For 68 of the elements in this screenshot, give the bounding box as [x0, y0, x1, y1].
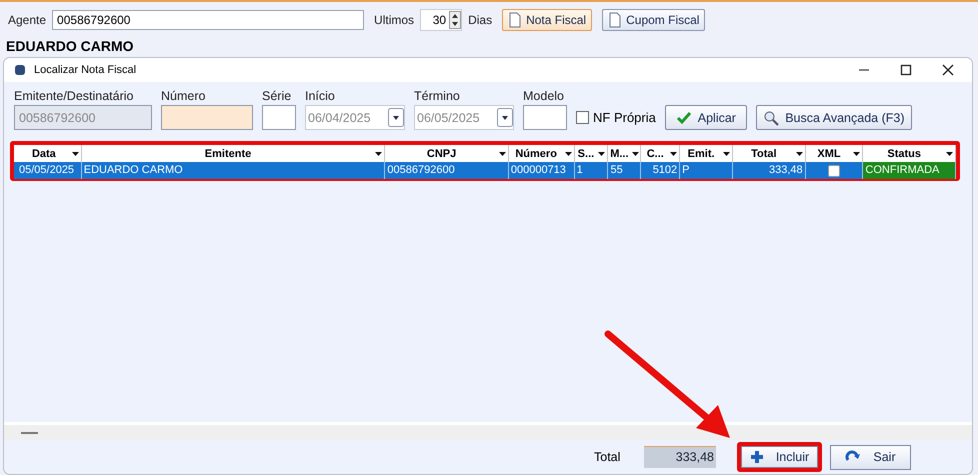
sort-caret-icon[interactable] — [946, 152, 954, 156]
start-label: Início — [305, 89, 336, 103]
days-label: Dias — [468, 13, 492, 27]
table-cell: EDUARDO CARMO — [82, 162, 386, 179]
total-label: Total — [594, 450, 622, 464]
table-cell: P — [680, 162, 733, 179]
splitter-handle[interactable] — [21, 432, 38, 434]
table-cell: 5102 — [641, 162, 680, 179]
days-spinner[interactable]: 30 — [420, 9, 462, 31]
start-date-field[interactable]: 06/04/2025 — [305, 105, 405, 130]
document-type-button[interactable]: Cupom Fiscal — [602, 9, 706, 31]
column-header[interactable]: XML — [806, 145, 864, 162]
model-field[interactable] — [523, 105, 567, 130]
sort-caret-icon[interactable] — [722, 152, 730, 156]
sort-caret-icon[interactable] — [853, 152, 860, 156]
last-label: Ultimos — [374, 13, 414, 27]
customer-name: EDUARDO CARMO — [5, 37, 135, 55]
exit-button[interactable]: Sair — [830, 444, 911, 470]
table-row[interactable]: 05/05/2025 EDUARDO CARMO 00586792600 000000713 1 55 5102 P 333,48 CONFIRMADA — [14, 162, 956, 179]
own-nf-label: NF Própria — [593, 110, 656, 125]
table-cell: 333,48 — [732, 162, 806, 179]
dropdown-icon[interactable] — [497, 108, 513, 127]
checkbox[interactable] — [576, 111, 589, 124]
number-label: Número — [161, 89, 206, 103]
end-label: Término — [414, 89, 461, 103]
plus-icon — [750, 450, 764, 464]
end-date-field[interactable]: 06/05/2025 — [414, 105, 514, 130]
agent-label: Agente — [8, 13, 46, 27]
apply-button[interactable]: Aplicar — [664, 105, 747, 130]
close-icon[interactable] — [942, 64, 954, 76]
sort-caret-icon[interactable] — [375, 152, 382, 156]
dropdown-icon[interactable] — [388, 108, 404, 127]
sort-caret-icon[interactable] — [632, 152, 639, 156]
series-label: Série — [262, 89, 292, 103]
agent-field[interactable]: 00586792600 — [52, 10, 364, 30]
maximize-icon[interactable] — [900, 64, 912, 76]
checkbox[interactable] — [828, 164, 840, 176]
sort-caret-icon[interactable] — [564, 152, 572, 156]
document-icon — [508, 12, 522, 28]
app-icon — [14, 64, 26, 76]
status-cell: CONFIRMADA — [863, 162, 956, 179]
column-header[interactable]: M... — [608, 145, 642, 162]
document-type-button[interactable]: Nota Fiscal — [502, 9, 592, 31]
table-cell: 1 — [574, 162, 608, 179]
sort-caret-icon[interactable] — [796, 152, 803, 156]
advanced-search-button[interactable]: Busca Avançada (F3) — [756, 105, 912, 130]
sort-caret-icon[interactable] — [598, 152, 606, 156]
search-icon — [763, 110, 780, 126]
spinner-arrows-icon[interactable] — [449, 11, 462, 29]
check-icon — [676, 110, 692, 124]
table-cell: 000000713 — [508, 162, 575, 179]
table-cell: 55 — [608, 162, 642, 179]
table-cell: 05/05/2025 — [17, 162, 82, 179]
window-title: Localizar Nota Fiscal — [34, 64, 136, 76]
model-label: Modelo — [523, 89, 565, 103]
document-icon — [608, 12, 622, 28]
emitter-label: Emitente/Destinatário — [14, 89, 135, 103]
series-field[interactable] — [262, 105, 296, 130]
include-button[interactable]: Incluir — [741, 446, 818, 468]
sort-caret-icon[interactable] — [72, 152, 79, 156]
column-header[interactable]: S... — [574, 145, 608, 162]
table-cell: 00586792600 — [385, 162, 509, 179]
total-field: 333,48 — [644, 446, 716, 468]
sort-caret-icon[interactable] — [498, 152, 506, 156]
column-header[interactable]: Emitente — [82, 145, 386, 162]
return-arrow-icon — [845, 450, 862, 464]
number-field[interactable] — [161, 105, 253, 130]
sort-caret-icon[interactable] — [670, 152, 678, 156]
